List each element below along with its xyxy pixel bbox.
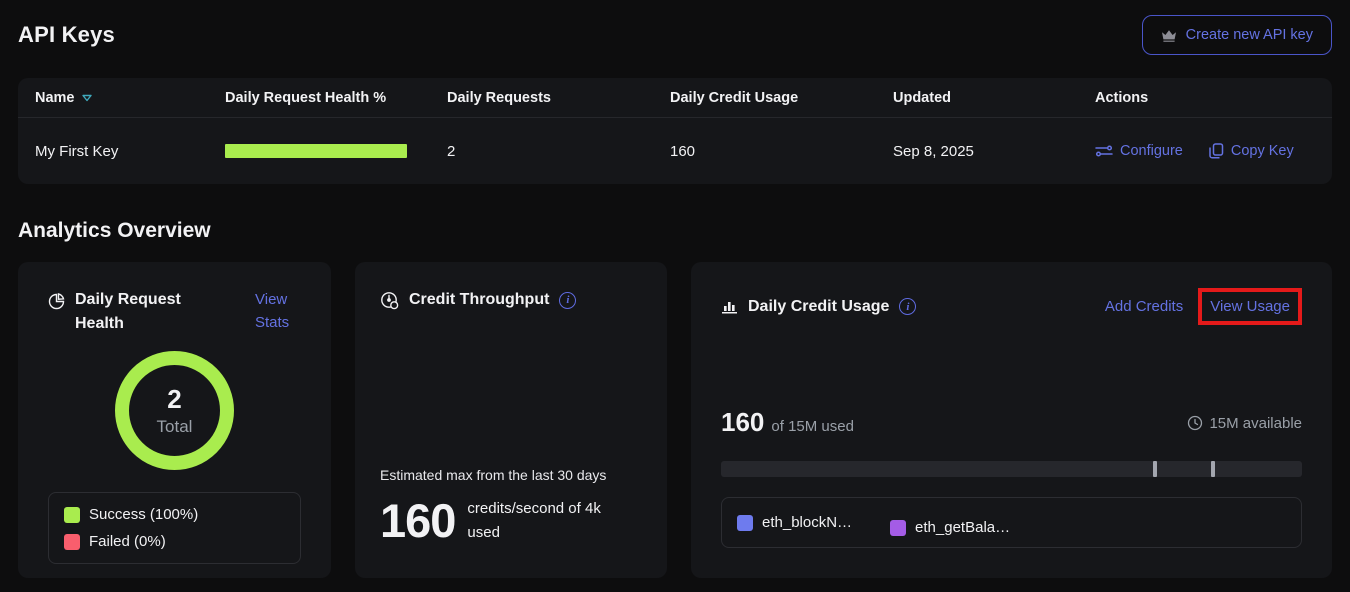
health-legend-box: Success (100%) Failed (0%)	[48, 492, 301, 564]
info-icon[interactable]: i	[899, 298, 916, 315]
legend-item-failed: Failed (0%)	[64, 533, 285, 550]
configure-link[interactable]: Configure	[1095, 143, 1183, 159]
throughput-value-row: 160 credits/second of 4k used	[380, 493, 642, 548]
card-head: Credit Throughput i	[380, 288, 642, 312]
crown-icon	[1161, 29, 1177, 42]
column-header-name[interactable]: Name	[35, 90, 225, 106]
donut-total-value: 2	[167, 384, 181, 415]
api-keys-table: Name Daily Request Health % Daily Reques…	[18, 78, 1332, 184]
donut-total-label: Total	[157, 417, 193, 437]
card-head: Daily Request Health View Stats	[48, 288, 301, 336]
daily-credit-usage-value: 160	[670, 143, 893, 160]
copy-key-link[interactable]: Copy Key	[1209, 143, 1294, 159]
column-header-updated: Updated	[893, 90, 1095, 106]
clock-icon	[1187, 415, 1203, 431]
create-api-key-button[interactable]: Create new API key	[1142, 15, 1332, 55]
available-label: 15M available	[1209, 415, 1302, 432]
card-title: Daily Credit Usage	[748, 295, 889, 319]
daily-request-health-card: Daily Request Health View Stats 2 Total …	[18, 262, 331, 578]
key-name: My First Key	[35, 143, 225, 160]
table-header-row: Name Daily Request Health % Daily Reques…	[18, 78, 1332, 118]
legend-item-eth-getbalance: eth_getBala…	[890, 519, 1010, 536]
usage-marker	[1211, 461, 1215, 477]
usage-marker	[1153, 461, 1157, 477]
analytics-cards: Daily Request Health View Stats 2 Total …	[18, 262, 1332, 578]
copy-icon	[1209, 143, 1224, 159]
view-usage-link[interactable]: View Usage	[1210, 298, 1290, 315]
column-header-actions: Actions	[1095, 90, 1332, 106]
success-label: Success (100%)	[89, 506, 198, 523]
view-stats-link[interactable]: View Stats	[255, 288, 301, 335]
configure-label: Configure	[1120, 143, 1183, 159]
legend-item-success: Success (100%)	[64, 506, 285, 523]
health-bar-track	[225, 144, 407, 158]
gauge-icon	[380, 291, 399, 310]
column-header-credit-usage: Daily Credit Usage	[670, 90, 893, 106]
throughput-unit: credits/second of 4k used	[467, 497, 627, 544]
eth-getbalance-swatch	[890, 520, 906, 536]
available-group: 15M available	[1187, 415, 1302, 432]
donut-wrap: 2 Total	[48, 351, 301, 470]
info-icon[interactable]: i	[559, 292, 576, 309]
annotation-highlight-box: View Usage	[1198, 288, 1302, 325]
eth-getbalance-label: eth_getBala…	[915, 519, 1010, 536]
actions-cell: Configure Copy Key	[1095, 143, 1332, 159]
health-bar	[225, 144, 407, 158]
used-suffix: of 15M used	[771, 418, 854, 435]
legend-item-eth-blocknumber: eth_blockN…	[737, 514, 852, 531]
pie-chart-icon	[48, 293, 65, 310]
card-title: Credit Throughput	[409, 288, 549, 312]
sort-chevron-icon	[81, 93, 93, 103]
eth-blocknumber-swatch	[737, 515, 753, 531]
credit-throughput-card: Credit Throughput i Estimated max from t…	[355, 262, 667, 578]
success-swatch	[64, 507, 80, 523]
failed-label: Failed (0%)	[89, 533, 166, 550]
top-bar: API Keys Create new API key	[18, 12, 1332, 58]
card-links: Add Credits View Usage	[1105, 288, 1302, 325]
card-title: Daily Request Health	[75, 288, 193, 336]
table-row: My First Key 2 160 Sep 8, 2025 Configure	[18, 118, 1332, 184]
throughput-subtitle: Estimated max from the last 30 days	[380, 467, 642, 483]
throughput-value: 160	[380, 493, 455, 548]
usage-progress-bar	[721, 461, 1302, 477]
column-header-requests: Daily Requests	[447, 90, 670, 106]
eth-blocknumber-label: eth_blockN…	[762, 514, 852, 531]
analytics-title: Analytics Overview	[18, 219, 1332, 243]
bar-chart-icon	[721, 299, 738, 314]
daily-credit-usage-card: Daily Credit Usage i Add Credits View Us…	[691, 262, 1332, 578]
failed-swatch	[64, 534, 80, 550]
request-health-donut: 2 Total	[115, 351, 234, 470]
used-value: 160	[721, 407, 764, 438]
copy-key-label: Copy Key	[1231, 143, 1294, 159]
card-head: Daily Credit Usage i Add Credits View Us…	[721, 288, 1302, 325]
column-header-name-label: Name	[35, 90, 75, 106]
daily-requests-value: 2	[447, 143, 670, 160]
sliders-icon	[1095, 144, 1113, 158]
add-credits-link[interactable]: Add Credits	[1105, 295, 1183, 318]
create-api-key-label: Create new API key	[1186, 27, 1313, 43]
page-title: API Keys	[18, 22, 115, 48]
column-header-health: Daily Request Health %	[225, 90, 447, 106]
usage-legend-box: eth_blockN… eth_getBala…	[721, 497, 1302, 548]
usage-stats-row: 160 of 15M used 15M available	[721, 407, 1302, 438]
updated-value: Sep 8, 2025	[893, 143, 1095, 160]
dashboard-page: API Keys Create new API key Name Daily R…	[0, 12, 1350, 578]
